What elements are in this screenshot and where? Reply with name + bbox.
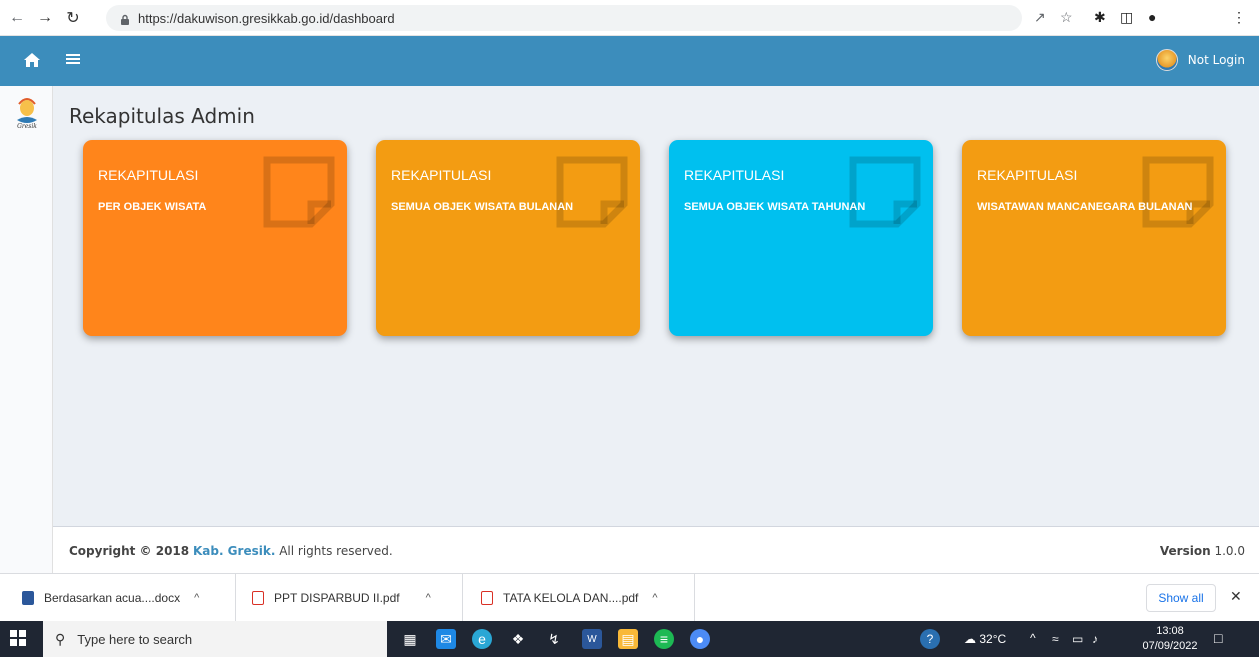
back-arrow-icon[interactable]: ← xyxy=(6,7,28,29)
copyright-prefix: Copyright © 2018 xyxy=(69,544,190,558)
close-icon[interactable]: ✕ xyxy=(1230,588,1242,605)
card-title: REKAPITULASI xyxy=(391,167,492,183)
download-item[interactable]: TATA KELOLA DAN....pdf ^ xyxy=(463,574,695,622)
main-content: Rekapitulas Admin REKAPITULASI PER OBJEK… xyxy=(53,86,1259,526)
wifi-icon[interactable]: ≈ xyxy=(1052,632,1059,646)
notification-icon[interactable]: □ xyxy=(1214,630,1222,646)
card-title: REKAPITULASI xyxy=(684,167,785,183)
temperature: 32°C xyxy=(979,632,1007,646)
user-menu[interactable]: Not Login xyxy=(1155,49,1245,71)
app-header: Not Login xyxy=(0,36,1259,86)
search-placeholder: Type here to search xyxy=(77,631,193,647)
card-subtitle: SEMUA OBJEK WISATA TAHUNAN xyxy=(684,201,866,213)
card-rekap-bulanan[interactable]: REKAPITULASI SEMUA OBJEK WISATA BULANAN xyxy=(376,140,640,336)
file-explorer-icon[interactable]: ▤ xyxy=(618,629,638,649)
share-icon[interactable]: ↗ xyxy=(1034,9,1046,26)
card-subtitle: PER OBJEK WISATA xyxy=(98,201,207,213)
dropbox-icon[interactable]: ❖ xyxy=(508,629,528,649)
chevron-up-icon[interactable]: ^ xyxy=(426,592,431,604)
reload-icon[interactable]: ↻ xyxy=(62,7,84,29)
card-rekap-tahunan[interactable]: REKAPITULASI SEMUA OBJEK WISATA TAHUNAN xyxy=(669,140,933,336)
mail-icon[interactable]: ✉ xyxy=(436,629,456,649)
card-rekap-mancanegara[interactable]: REKAPITULASI WISATAWAN MANCANEGARA BULAN… xyxy=(962,140,1226,336)
clock[interactable]: 13:08 07/09/2022 xyxy=(1135,624,1205,654)
download-name: Berdasarkan acua....docx xyxy=(44,591,181,605)
windows-start-icon[interactable] xyxy=(10,630,26,646)
card-rekap-per-objek[interactable]: REKAPITULASI PER OBJEK WISATA xyxy=(83,140,347,336)
gresik-logo: Gresik xyxy=(14,96,40,130)
search-icon: ⚲ xyxy=(55,630,66,647)
menu-dots-icon[interactable]: ⋮ xyxy=(1232,9,1246,26)
card-title: REKAPITULASI xyxy=(98,167,199,183)
copyright: Copyright © 2018 Kab. Gresik. All rights… xyxy=(69,544,393,558)
time: 13:08 xyxy=(1156,625,1184,637)
download-item[interactable]: Berdasarkan acua....docx ^ xyxy=(0,574,236,622)
chevron-up-icon[interactable]: ^ xyxy=(1030,631,1036,645)
word-icon[interactable]: W xyxy=(582,629,602,649)
hamburger-menu-icon[interactable] xyxy=(66,52,80,70)
battery-icon[interactable]: ▭ xyxy=(1072,632,1083,646)
home-icon[interactable] xyxy=(24,53,40,72)
chevron-up-icon[interactable]: ^ xyxy=(652,592,657,604)
download-name: TATA KELOLA DAN....pdf xyxy=(503,591,639,605)
document-icon xyxy=(556,156,628,228)
word-file-icon xyxy=(22,591,34,605)
show-all-button[interactable]: Show all xyxy=(1146,584,1216,612)
version-label: Version xyxy=(1159,544,1211,558)
user-label: Not Login xyxy=(1187,53,1245,67)
url-text: https://dakuwison.gresikkab.go.id/dashbo… xyxy=(138,10,395,26)
download-shelf: Berdasarkan acua....docx ^ PPT DISPARBUD… xyxy=(0,573,1259,622)
svg-text:Gresik: Gresik xyxy=(17,123,37,130)
extensions-icon[interactable]: ✱ xyxy=(1094,9,1106,26)
pdf-file-icon xyxy=(252,591,264,605)
page-title: Rekapitulas Admin xyxy=(69,104,255,128)
version-value: 1.0.0 xyxy=(1214,544,1245,558)
browser-toolbar: ← → ↻ https://dakuwison.gresikkab.go.id/… xyxy=(0,0,1259,36)
profile-icon[interactable]: ● xyxy=(1148,9,1156,25)
bolt-app-icon[interactable]: ↯ xyxy=(544,629,564,649)
edge-icon[interactable]: e xyxy=(472,629,492,649)
card-title: REKAPITULASI xyxy=(977,167,1078,183)
spotify-icon[interactable]: ≡ xyxy=(654,629,674,649)
taskbar: ⚲ Type here to search ▦ ✉ e ❖ ↯ W ▤ ≡ ● … xyxy=(0,621,1259,657)
date: 07/09/2022 xyxy=(1142,640,1198,652)
document-icon xyxy=(849,156,921,228)
page-footer: Copyright © 2018 Kab. Gresik. All rights… xyxy=(53,526,1259,573)
document-icon xyxy=(1142,156,1214,228)
pdf-file-icon xyxy=(481,591,493,605)
taskbar-search[interactable]: ⚲ Type here to search xyxy=(43,621,387,657)
document-icon xyxy=(263,156,335,228)
card-subtitle: WISATAWAN MANCANEGARA BULANAN xyxy=(977,201,1193,213)
card-subtitle: SEMUA OBJEK WISATA BULANAN xyxy=(391,201,574,213)
avatar xyxy=(1155,49,1178,71)
task-view-icon[interactable]: ▦ xyxy=(400,629,420,649)
sidebar: Gresik xyxy=(0,86,53,573)
chevron-up-icon[interactable]: ^ xyxy=(194,592,199,604)
forward-arrow-icon[interactable]: → xyxy=(34,7,56,29)
lock-icon xyxy=(120,13,130,25)
star-icon[interactable]: ☆ xyxy=(1060,9,1073,26)
chrome-icon[interactable]: ● xyxy=(690,629,710,649)
version-info: Version 1.0.0 xyxy=(1160,544,1245,558)
download-item[interactable]: PPT DISPARBUD II.pdf ^ xyxy=(236,574,463,622)
weather-widget[interactable]: ☁ 32°C xyxy=(964,632,1006,646)
copyright-suffix: All rights reserved. xyxy=(279,544,393,558)
download-name: PPT DISPARBUD II.pdf xyxy=(274,591,400,605)
cloud-icon: ☁ xyxy=(964,632,976,646)
brand-link[interactable]: Kab. Gresik. xyxy=(193,544,275,558)
help-icon[interactable]: ? xyxy=(920,629,940,649)
sidepanel-icon[interactable]: ◫ xyxy=(1120,9,1133,26)
address-bar[interactable]: https://dakuwison.gresikkab.go.id/dashbo… xyxy=(106,5,1022,31)
volume-icon[interactable]: ♪ xyxy=(1092,632,1098,646)
